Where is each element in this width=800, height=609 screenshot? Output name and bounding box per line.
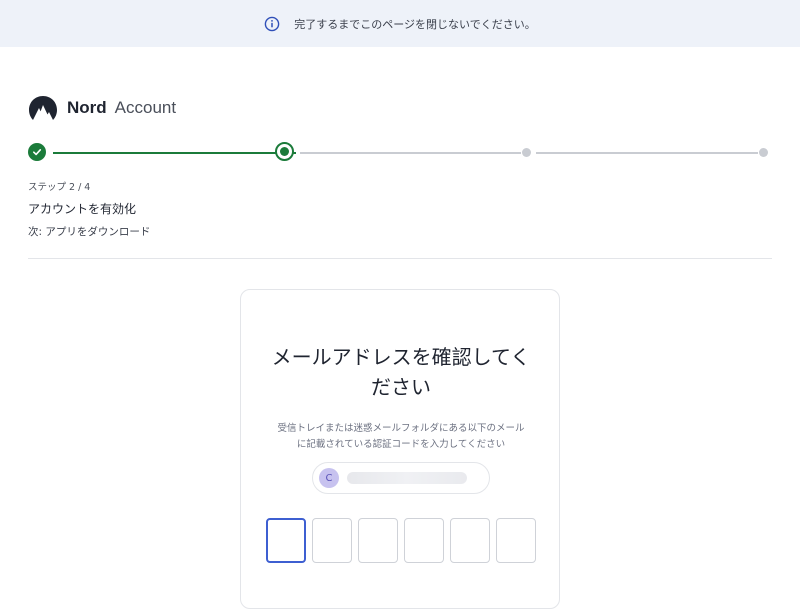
stepper-line-pending bbox=[300, 151, 521, 154]
code-digit-input-6[interactable] bbox=[496, 518, 536, 563]
email-address-pill: C bbox=[312, 462, 490, 494]
step-4-pending-dot bbox=[759, 148, 768, 157]
step-2-current-indicator bbox=[275, 142, 294, 161]
redacted-email-address bbox=[347, 472, 467, 484]
verify-email-heading: メールアドレスを確認してく ださい bbox=[271, 345, 531, 399]
stepper-line-pending bbox=[536, 151, 758, 154]
verification-code-inputs bbox=[266, 518, 542, 563]
brand-name: Nord bbox=[67, 98, 107, 117]
step-title: アカウントを有効化 bbox=[28, 202, 137, 216]
section-divider bbox=[28, 258, 772, 259]
code-digit-input-5[interactable] bbox=[450, 518, 490, 563]
step-3-pending-dot bbox=[522, 148, 531, 157]
nord-account-logo[interactable]: Nord Account bbox=[28, 94, 176, 122]
avatar: C bbox=[319, 468, 339, 488]
banner-text: 完了するまでこのページを閉じないでください。 bbox=[294, 17, 536, 31]
info-circle-icon bbox=[264, 16, 280, 32]
progress-stepper bbox=[28, 142, 772, 162]
step-counter: ステップ 2 / 4 bbox=[28, 182, 91, 193]
info-banner: 完了するまでこのページを閉じないでください。 bbox=[0, 0, 800, 47]
code-digit-input-4[interactable] bbox=[404, 518, 444, 563]
step-1-complete-check-icon bbox=[28, 143, 46, 161]
code-digit-input-3[interactable] bbox=[358, 518, 398, 563]
stepper-line-completed bbox=[53, 151, 296, 154]
verify-email-instructions: 受信トレイまたは迷惑メールフォルダにある以下のメール に記載されている認証コード… bbox=[277, 423, 525, 450]
product-name: Account bbox=[114, 98, 177, 117]
code-digit-input-1[interactable] bbox=[266, 518, 306, 563]
next-step-label: 次: アプリをダウンロード bbox=[28, 226, 151, 238]
code-digit-input-2[interactable] bbox=[312, 518, 352, 563]
verify-email-card: メールアドレスを確認してく ださい 受信トレイまたは迷惑メールフォルダにある以下… bbox=[240, 289, 560, 609]
nord-mountain-icon bbox=[29, 96, 57, 120]
